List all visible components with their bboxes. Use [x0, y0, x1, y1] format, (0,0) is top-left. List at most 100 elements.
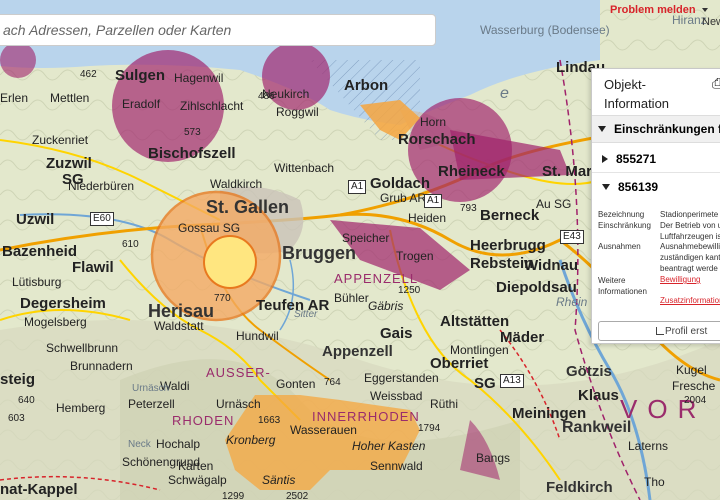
field-value: Stadionperimete Der Betrieb von u Luftfa…: [660, 209, 720, 242]
place-label: Wittenbach: [274, 161, 335, 175]
place-label: Roggwil: [276, 105, 319, 119]
place-label: Neck: [128, 439, 151, 450]
place-label: Hagenwil: [174, 71, 224, 85]
panel-title: Objekt-Information: [604, 77, 670, 111]
place-label: Zihlschlacht: [180, 99, 244, 113]
river-label: Rhein: [556, 295, 588, 309]
permit-link[interactable]: Bewilligung: [660, 275, 700, 284]
place-label: Mettlen: [50, 91, 90, 105]
restriction-id: 855271: [616, 151, 657, 166]
chart-icon: [656, 327, 664, 335]
place-label: Bangs: [476, 451, 511, 465]
place-label: Niederbüren: [68, 179, 135, 193]
spot-height: 1794: [418, 423, 441, 434]
place-label: Uzwil: [16, 211, 55, 228]
place-label: Schwägalp: [168, 473, 227, 487]
place-label: Wasserauen: [290, 423, 357, 437]
field-label: Bezeichnung Einschränkung: [598, 210, 651, 230]
region-label: APPENZELL: [334, 271, 419, 286]
place-label: Zuzwil: [46, 155, 92, 172]
place-label: Goldach: [370, 175, 431, 192]
road-shield: E43: [560, 230, 584, 244]
news-label: New: [702, 16, 720, 28]
spot-height: 610: [122, 239, 139, 250]
place-label: nat-Kappel: [0, 481, 78, 498]
place-label: Bischofszell: [148, 145, 236, 162]
river-label: Sitter: [294, 309, 318, 320]
restriction-item-expanded[interactable]: 856139: [592, 173, 720, 201]
place-label: Säntis: [262, 473, 296, 487]
place-label: Eradolf: [122, 97, 161, 111]
road-shield: A1: [424, 194, 443, 208]
region-label: AUSSER-: [206, 365, 271, 380]
news-menu[interactable]: New: [702, 4, 720, 28]
place-label: Peterzell: [128, 397, 175, 411]
field-value: Zusatzinformation: [660, 295, 720, 306]
place-label: Oberriet: [430, 355, 489, 372]
restriction-item-collapsed[interactable]: 855271: [592, 145, 720, 173]
field-value-line: zuständigen kant: [660, 253, 720, 262]
object-info-panel: Objekt-Information ⎙ Einschränkungen fü …: [591, 68, 720, 344]
restriction-id: 856139: [618, 180, 659, 194]
place-label: Arbon: [344, 77, 389, 94]
search-box[interactable]: [0, 14, 436, 46]
place-label: Feldkirch: [546, 479, 613, 496]
spot-height: 2502: [286, 491, 309, 500]
field-value: Ausnahmebewillig zuständigen kant beantr…: [660, 241, 720, 285]
spot-height: 486: [258, 91, 275, 102]
place-label: Weissbad: [370, 389, 423, 403]
place-label: Lütisburg: [12, 275, 62, 289]
field-value-line: Ausnahmebewillig: [660, 242, 720, 251]
place-label: Grub AR: [380, 191, 427, 205]
place-label: Horn: [420, 115, 447, 129]
section-label: Einschränkungen fü: [614, 122, 720, 136]
lake-label: e: [500, 85, 509, 102]
place-label: Trogen: [396, 249, 434, 263]
road-shield: A13: [500, 374, 524, 388]
region-label: INNERRHODEN: [312, 409, 420, 424]
chevron-down-icon: [702, 8, 708, 13]
place-label: Laterns: [628, 439, 669, 453]
spot-height: 2004: [684, 395, 707, 406]
field-value-line: beantragt werde: [660, 264, 718, 273]
place-label: Sulgen: [115, 67, 166, 84]
place-label: Fresche: [672, 379, 716, 393]
place-label: Bruggen: [282, 243, 356, 263]
place-label: Degersheim: [20, 295, 106, 312]
field-label: Ausnahmen: [598, 242, 641, 251]
place-label: Au SG: [536, 197, 572, 211]
place-label: Heiden: [408, 211, 447, 225]
place-label: Klaus: [578, 387, 619, 404]
place-label: Rheineck: [438, 163, 505, 180]
spot-height: 462: [80, 69, 97, 80]
place-label: Zuckenriet: [32, 133, 89, 147]
field-value-line: Stadionperimete: [660, 210, 719, 219]
place-label: Gonten: [276, 377, 316, 391]
problem-report-link[interactable]: Problem melden: [610, 4, 696, 16]
place-label: Mogelsberg: [24, 315, 87, 329]
place-label: Hundwil: [236, 329, 279, 343]
create-profile-label: Profil erst: [665, 325, 708, 337]
place-label: Flawil: [72, 259, 114, 276]
road-shield: A1: [348, 180, 367, 194]
place-label: Rorschach: [398, 131, 476, 148]
place-label: Bazenheid: [2, 243, 78, 260]
place-label: Appenzell: [322, 343, 393, 360]
chevron-down-icon: [598, 126, 606, 132]
place-label: steig: [0, 371, 36, 388]
search-input[interactable]: [3, 22, 435, 38]
top-bar: Problem melden New: [440, 0, 720, 56]
spot-height: 1663: [258, 415, 281, 426]
print-icon[interactable]: ⎙: [712, 75, 720, 92]
place-label: Bühler: [334, 291, 369, 305]
place-label: Kugel: [676, 363, 707, 377]
chevron-right-icon: [602, 154, 608, 163]
create-profile-button[interactable]: Profil erst: [598, 321, 720, 341]
field-label: Weitere Informationen: [598, 276, 647, 296]
spot-height: 764: [324, 377, 341, 388]
place-label: Waldkirch: [210, 177, 263, 191]
additional-info-link[interactable]: Zusatzinformation: [660, 296, 720, 305]
restrictions-section-header[interactable]: Einschränkungen fü: [592, 115, 720, 143]
spot-height: 793: [460, 203, 477, 214]
place-label: Gäbris: [368, 299, 404, 313]
